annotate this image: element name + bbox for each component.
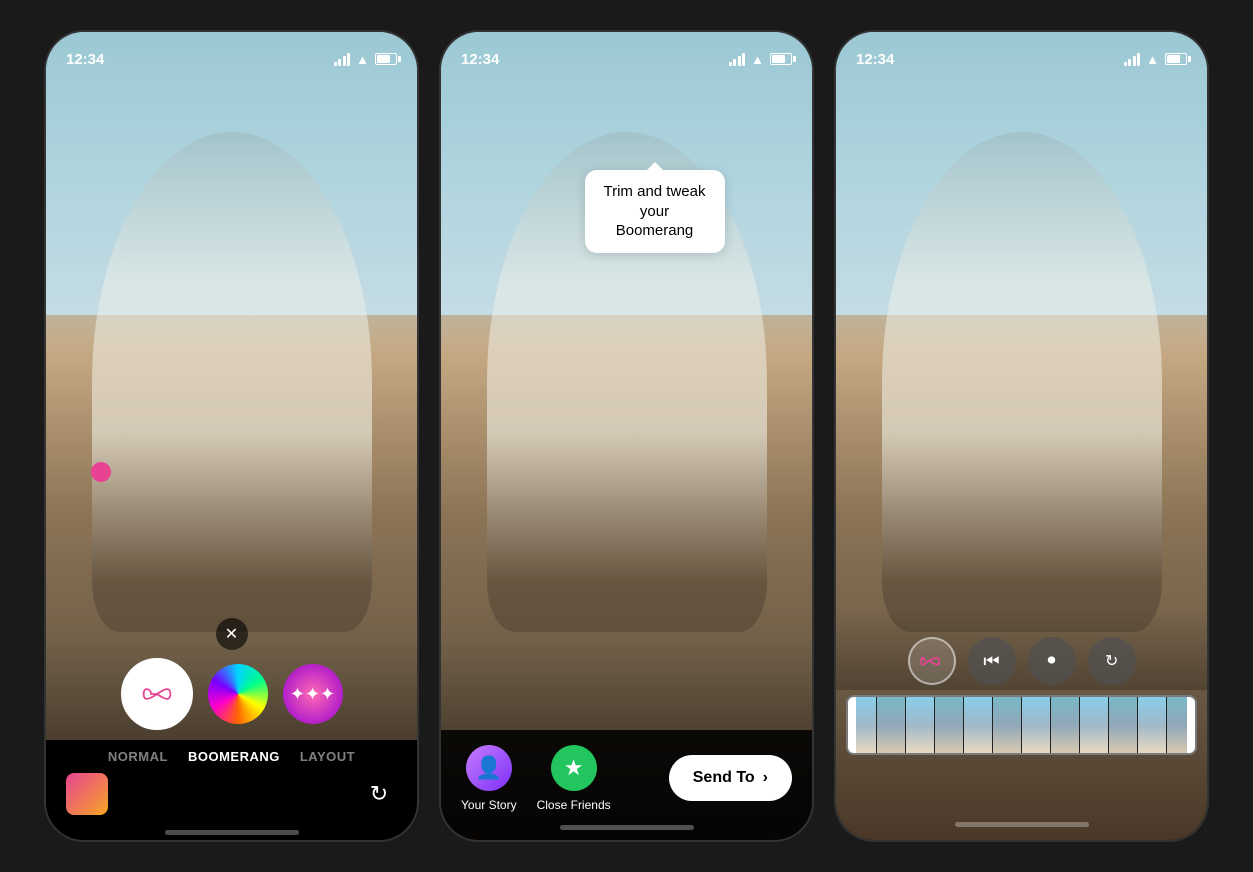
boomerang-options: ✕ ✦✦✦ (46, 658, 417, 730)
mode-normal[interactable]: NORMAL (108, 749, 168, 764)
battery-icon-3 (1165, 53, 1187, 65)
close-friends-avatar: ★ (549, 743, 599, 793)
send-to-arrow: › (763, 769, 768, 787)
time-1: 12:34 (66, 51, 104, 68)
close-friends-label: Close Friends (537, 798, 611, 812)
pink-accent (91, 462, 111, 482)
rewind-icon: ⏮ (983, 651, 999, 672)
camera-flip-icon: ↻ (370, 781, 388, 807)
tooltip-bubble: Trim and tweak your Boomerang (585, 170, 725, 253)
edit-controls: ⏮ ⏺ ↺ (836, 637, 1207, 755)
sparkle-icon: ✦✦✦ (290, 684, 335, 705)
mode-layout[interactable]: LAYOUT (300, 749, 355, 764)
status-bar-3: 12:34 ▲ (836, 32, 1207, 76)
signal-icon-2 (729, 52, 746, 66)
effect-rewind[interactable]: ⏮ (968, 637, 1016, 685)
send-to-label: Send To (693, 769, 755, 787)
timeline-handle-right[interactable] (1187, 697, 1195, 753)
slowmo-icon: ⏺ (1047, 652, 1055, 670)
home-indicator-1 (165, 830, 299, 835)
bottom-share: 👤 Your Story ★ Close Friends (441, 730, 812, 840)
phone-3: 12:34 ▲ Done (834, 30, 1209, 842)
tooltip-text: Trim and tweak your Boomerang (604, 183, 706, 239)
boomerang-effect-icon (920, 653, 944, 669)
your-story-label: Your Story (461, 798, 517, 812)
your-story-target[interactable]: 👤 Your Story (461, 743, 517, 812)
status-bar-1: 12:34 ▲ (46, 32, 417, 76)
status-bar-2: 12:34 ▲ (441, 32, 812, 76)
effect-buttons: ⏮ ⏺ ↺ (888, 637, 1156, 685)
mode-icons: ↻ (46, 773, 417, 825)
home-indicator-2 (560, 825, 694, 830)
effect-echo[interactable]: ↺ (1088, 637, 1136, 685)
person-preview (92, 132, 372, 632)
status-right-1: ▲ (334, 52, 397, 67)
battery-icon-2 (770, 53, 792, 65)
sparkle-option[interactable]: ✦✦✦ (283, 664, 343, 724)
time-3: 12:34 (856, 51, 894, 68)
your-story-avatar: 👤 (464, 743, 514, 793)
infinity-icon (142, 684, 172, 704)
boomerang-main-option[interactable] (121, 658, 193, 730)
time-2: 12:34 (461, 51, 499, 68)
person-preview-3 (882, 132, 1162, 632)
home-indicator-3 (955, 822, 1089, 827)
timeline-frames (848, 697, 1195, 753)
signal-icon-3 (1124, 52, 1141, 66)
effect-boomerang[interactable] (908, 637, 956, 685)
status-right-3: ▲ (1124, 52, 1187, 67)
mode-selector: NORMAL BOOMERANG LAYOUT (46, 740, 417, 773)
bottom-bar-1: NORMAL BOOMERANG LAYOUT ↻ (46, 740, 417, 840)
echo-icon: ↺ (1105, 651, 1118, 671)
boomerang-close[interactable]: ✕ (216, 618, 248, 650)
effect-slowmo[interactable]: ⏺ (1028, 637, 1076, 685)
status-right-2: ▲ (729, 52, 792, 67)
gallery-thumbnail[interactable] (66, 773, 108, 815)
wifi-icon: ▲ (356, 52, 369, 67)
phone-1: 12:34 ▲ ⚙ (44, 30, 419, 842)
signal-icon (334, 52, 351, 66)
share-targets: 👤 Your Story ★ Close Friends (461, 743, 611, 812)
send-to-button[interactable]: Send To › (669, 755, 792, 801)
close-friends-target[interactable]: ★ Close Friends (537, 743, 611, 812)
wifi-icon-2: ▲ (751, 52, 764, 67)
timeline-strip[interactable] (846, 695, 1197, 755)
wifi-icon-3: ▲ (1146, 52, 1159, 67)
phone-2: 12:34 ▲ ✕ (439, 30, 814, 842)
mode-boomerang[interactable]: BOOMERANG (188, 749, 280, 764)
battery-icon (375, 53, 397, 65)
timeline-handle-left[interactable] (848, 697, 856, 753)
colorful-option[interactable] (208, 664, 268, 724)
camera-flip-button[interactable]: ↻ (361, 776, 397, 812)
